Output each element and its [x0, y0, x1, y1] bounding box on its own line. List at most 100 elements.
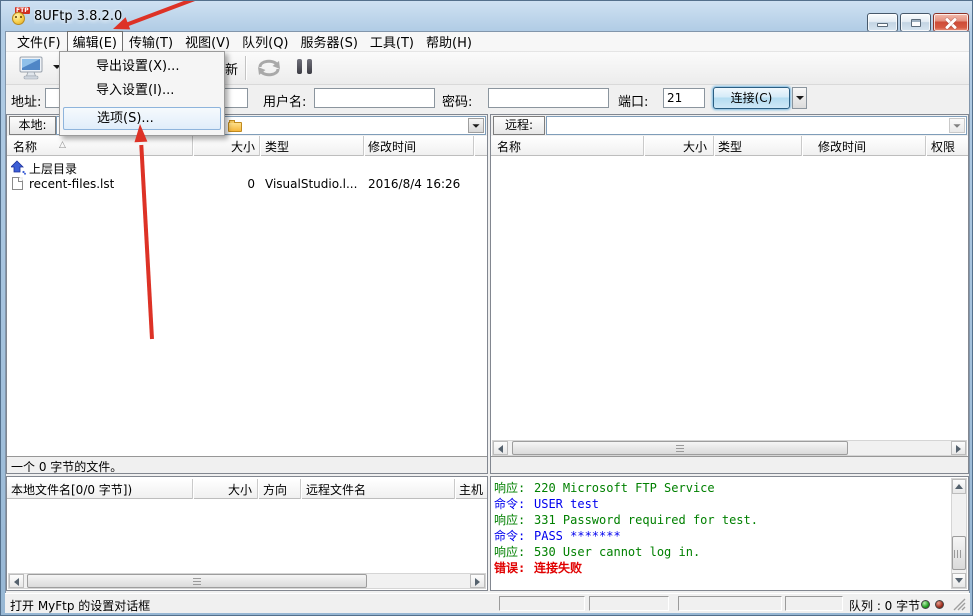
remote-path-combobox[interactable]	[546, 116, 967, 135]
column-divider[interactable]	[300, 479, 302, 499]
col-size[interactable]: 大小	[647, 138, 707, 155]
remote-path-dropdown	[949, 118, 965, 133]
menu-item-export-settings[interactable]: 导出设置(X)...	[63, 56, 221, 78]
local-tab[interactable]: 本地:	[9, 116, 56, 135]
column-divider[interactable]	[473, 136, 475, 156]
log-text: 331 Password required for test.	[534, 513, 758, 527]
connect-button[interactable]: 连接(C)	[713, 87, 790, 109]
col-type[interactable]: 类型	[718, 138, 742, 155]
thumb-grip	[676, 443, 684, 452]
menu-file[interactable]: 文件(F)	[11, 31, 67, 52]
menu-server[interactable]: 服务器(S)	[295, 31, 364, 52]
queue-horizontal-scrollbar[interactable]	[8, 573, 486, 589]
scrollbar-thumb[interactable]	[512, 441, 848, 455]
column-divider[interactable]	[454, 479, 456, 499]
column-divider[interactable]	[257, 479, 259, 499]
menu-item-options[interactable]: 选项(S)...	[63, 107, 221, 130]
column-divider[interactable]	[192, 479, 194, 499]
menu-queue[interactable]: 队列(Q)	[236, 31, 294, 52]
refresh-button-partial[interactable]: 新	[225, 59, 238, 78]
column-divider[interactable]	[192, 136, 194, 156]
scrollbar-thumb[interactable]	[952, 536, 966, 570]
remote-list-header: 名称 大小 类型 修改时间 权限	[491, 136, 968, 156]
port-label: 端口:	[618, 91, 648, 110]
menu-transfer[interactable]: 传输(T)	[123, 31, 179, 52]
arrow-left-icon	[498, 445, 503, 453]
log-label: 命令:	[494, 495, 534, 512]
local-path-dropdown[interactable]	[468, 118, 484, 133]
scroll-down-button[interactable]	[952, 573, 966, 588]
column-divider[interactable]	[259, 136, 261, 156]
col-type[interactable]: 类型	[265, 138, 289, 155]
maximize-button[interactable]	[900, 13, 931, 32]
file-name: recent-files.lst	[29, 177, 114, 191]
col-host[interactable]: 主机	[459, 481, 483, 498]
remote-horizontal-scrollbar[interactable]	[492, 440, 967, 456]
sync-icon[interactable]	[254, 57, 284, 79]
list-item-updir[interactable]: 上层目录	[9, 159, 483, 176]
computer-icon[interactable]	[18, 56, 46, 81]
log-vertical-scrollbar[interactable]	[951, 478, 967, 589]
scroll-left-button[interactable]	[9, 574, 24, 588]
log-label: 响应:	[494, 479, 534, 496]
log-line: 命令:PASS *******	[494, 527, 968, 543]
col-name[interactable]: 名称	[13, 138, 37, 155]
col-size[interactable]: 大小	[197, 481, 252, 498]
scroll-right-button[interactable]	[951, 441, 966, 455]
connect-dropdown-button[interactable]	[792, 87, 807, 109]
password-input[interactable]	[488, 88, 609, 108]
username-label: 用户名:	[263, 91, 306, 110]
column-divider[interactable]	[713, 136, 715, 156]
resize-grip[interactable]	[953, 598, 966, 611]
app-icon-eye	[15, 16, 17, 18]
edit-menu-popup: 导出设置(X)... 导入设置(I)... 选项(S)...	[59, 51, 225, 136]
col-permissions[interactable]: 权限	[931, 138, 955, 155]
remote-status-strip	[491, 456, 968, 473]
menu-help[interactable]: 帮助(H)	[420, 31, 478, 52]
log-line: 错误:连接失败	[494, 559, 968, 575]
col-name[interactable]: 名称	[497, 138, 521, 155]
col-local-filename[interactable]: 本地文件名[0/0 字节])	[11, 481, 132, 498]
status-section	[678, 596, 782, 611]
pause-icon[interactable]	[307, 59, 312, 74]
minimize-button[interactable]	[867, 13, 898, 32]
col-modified[interactable]: 修改时间	[368, 138, 416, 155]
scroll-left-button[interactable]	[493, 441, 508, 455]
username-input[interactable]	[314, 88, 435, 108]
file-icon	[12, 177, 23, 190]
thumb-grip	[193, 576, 201, 585]
log-line: 响应:530 User cannot log in.	[494, 543, 968, 559]
menu-item-import-settings[interactable]: 导入设置(I)...	[63, 80, 221, 102]
log-panel: 响应:220 Microsoft FTP Service 命令:USER tes…	[490, 476, 969, 591]
col-size[interactable]: 大小	[197, 138, 255, 155]
col-direction[interactable]: 方向	[263, 481, 287, 498]
column-divider[interactable]	[363, 136, 365, 156]
col-remote-filename[interactable]: 远程文件名	[306, 481, 366, 498]
column-divider[interactable]	[801, 136, 803, 156]
queue-size-text: 队列 : 0 字节	[849, 597, 920, 614]
scrollbar-thumb[interactable]	[27, 574, 367, 588]
menu-tools[interactable]: 工具(T)	[364, 31, 420, 52]
scroll-up-button[interactable]	[952, 479, 966, 494]
menu-view[interactable]: 视图(V)	[179, 31, 236, 52]
arrow-to-edit-menu	[127, 1, 200, 25]
arrow-right-icon	[475, 578, 480, 586]
port-input[interactable]	[663, 88, 705, 108]
pause-icon[interactable]	[297, 59, 302, 74]
menu-edit[interactable]: 编辑(E)	[67, 31, 123, 52]
log-label: 响应:	[494, 511, 534, 528]
scroll-right-button[interactable]	[470, 574, 485, 588]
file-modified: 2016/8/4 16:26	[368, 177, 460, 191]
list-item-file[interactable]: recent-files.lst 0 VisualStudio.l... 201…	[9, 176, 483, 193]
arrow-down-icon	[955, 578, 963, 583]
remote-tab[interactable]: 远程:	[493, 116, 545, 135]
col-modified[interactable]: 修改时间	[818, 138, 866, 155]
remote-path-row: 远程:	[491, 115, 968, 136]
file-type: VisualStudio.l...	[265, 177, 357, 191]
app-window: FTP 8UFtp 3.8.2.0 文件(F) 编辑(E) 传输(T) 视图(V…	[0, 0, 973, 616]
file-size: 0	[197, 177, 255, 191]
minimize-icon	[877, 23, 888, 27]
column-divider[interactable]	[643, 136, 645, 156]
column-divider[interactable]	[925, 136, 927, 156]
close-button[interactable]	[933, 13, 969, 32]
